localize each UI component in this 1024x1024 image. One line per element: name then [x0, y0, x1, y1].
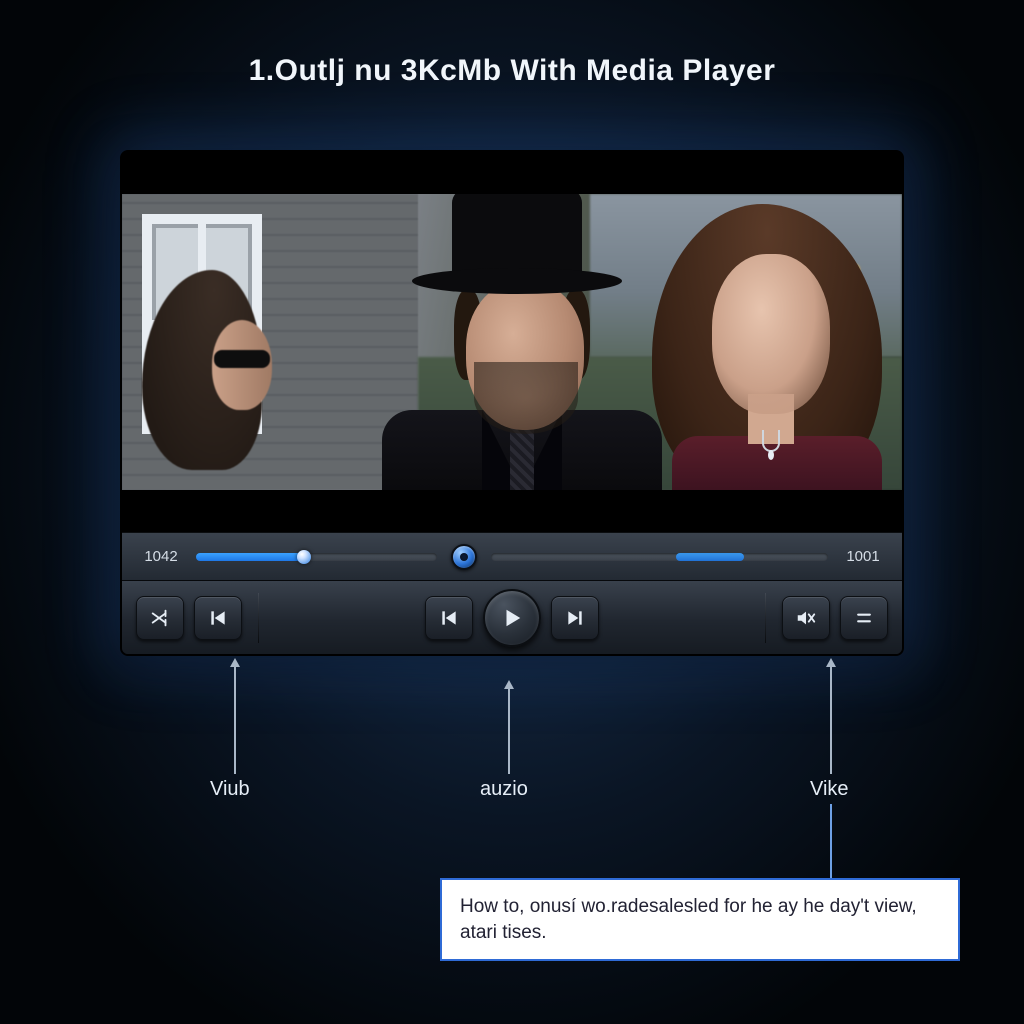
seek-bar-row: 1042 1001: [122, 532, 902, 580]
transport-controls: [122, 580, 902, 654]
skip-forward-icon: [565, 608, 585, 628]
seek-slider[interactable]: [196, 553, 437, 561]
menu-icon: [854, 608, 874, 628]
tip-text: How to, onusí wo.radesalesled for he ay …: [460, 896, 917, 943]
page-title: 1.Outlj nu 3KcMb With Media Player: [0, 54, 1024, 88]
skip-back-button[interactable]: [425, 596, 473, 640]
volume-knob[interactable]: [451, 544, 477, 570]
play-icon: [501, 606, 523, 630]
seek-thumb[interactable]: [297, 550, 311, 564]
menu-button[interactable]: [840, 596, 888, 640]
tip-box: How to, onusí wo.radesalesled for he ay …: [440, 878, 960, 961]
video-content: [122, 194, 902, 490]
callout-label: Viub: [210, 778, 250, 801]
previous-button[interactable]: [194, 596, 242, 640]
skip-back-icon: [439, 608, 459, 628]
time-total: 1001: [842, 548, 884, 565]
callout-label: Vike: [810, 778, 849, 801]
divider: [765, 593, 766, 643]
shuffle-button[interactable]: [136, 596, 184, 640]
divider: [258, 593, 259, 643]
time-elapsed: 1042: [140, 548, 182, 565]
callout-label: auzio: [480, 778, 528, 801]
media-player-window: 1042 1001: [120, 150, 904, 656]
play-button[interactable]: [483, 589, 541, 647]
mute-icon: [795, 607, 817, 629]
video-frame[interactable]: [122, 152, 902, 532]
previous-icon: [208, 608, 228, 628]
volume-slider[interactable]: [491, 553, 828, 561]
mute-button[interactable]: [782, 596, 830, 640]
shuffle-icon: [149, 607, 171, 629]
skip-forward-button[interactable]: [551, 596, 599, 640]
